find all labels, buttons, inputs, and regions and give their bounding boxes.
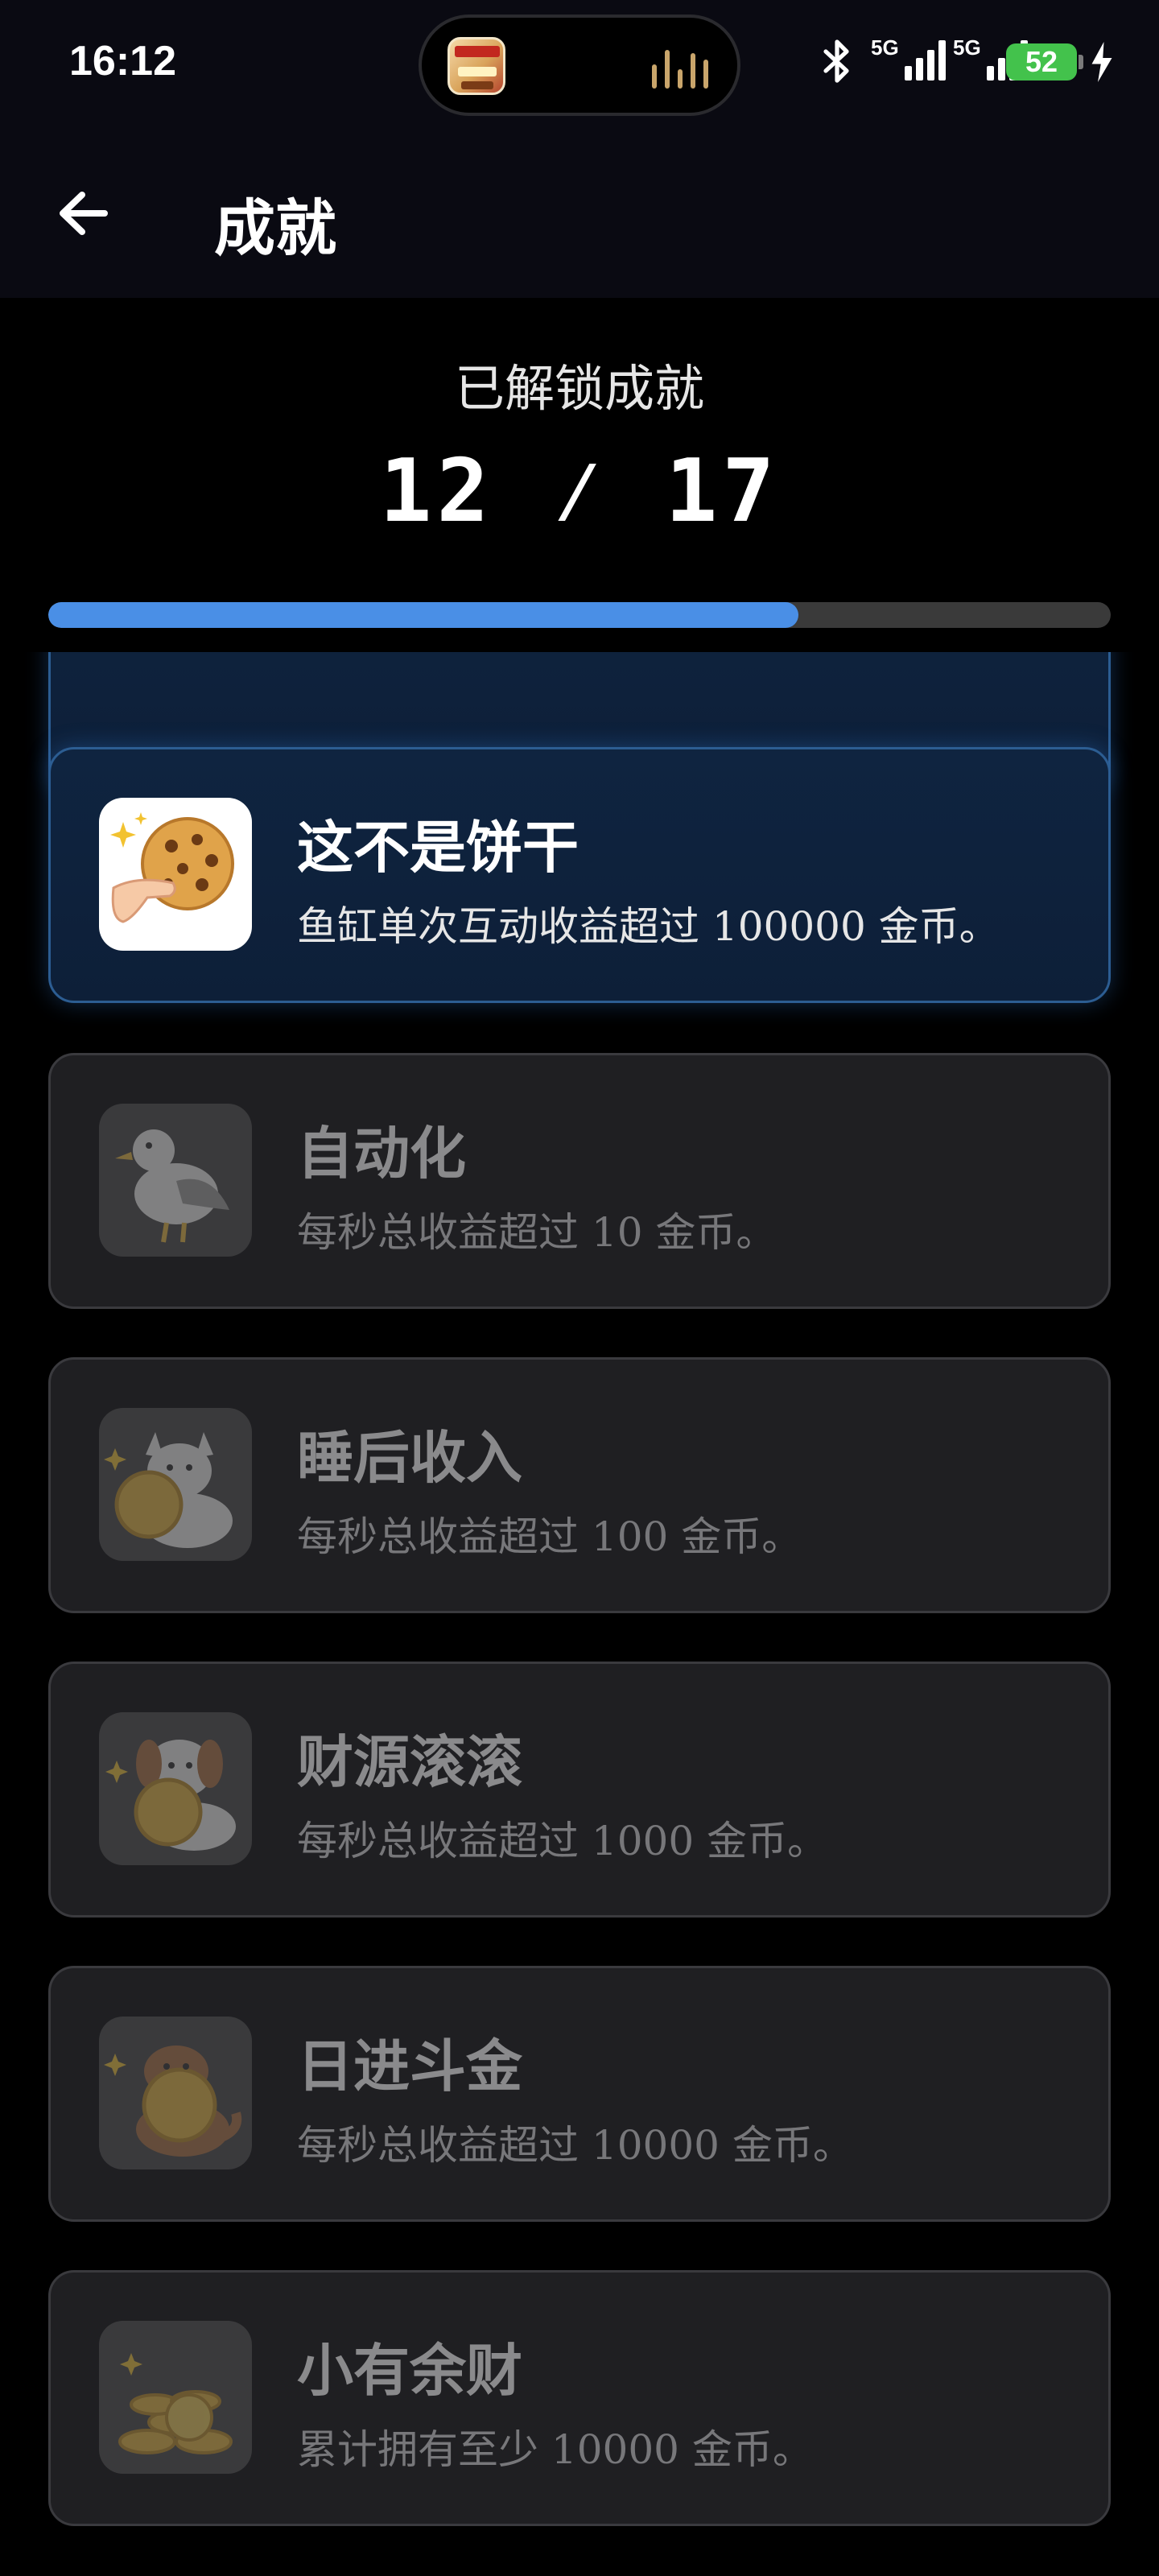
charging-icon [1091, 42, 1112, 82]
status-time: 16:12 [69, 38, 176, 85]
bluetooth-icon [823, 39, 849, 83]
achievement-title: 自动化 [297, 1121, 466, 1187]
achievement-card-sleep[interactable]: 睡后收入 每秒总收益超过 100 金币。 [48, 1357, 1111, 1613]
achievement-card-auto[interactable]: 自动化 每秒总收益超过 10 金币。 [48, 1053, 1111, 1309]
achievement-title: 财源滚滚 [297, 1729, 522, 1795]
seagull-icon [99, 1104, 252, 1257]
status-icons: 5G 5G 52 [792, 32, 1114, 89]
achievement-description: 鱼缸单次互动收益超过 100000 金币。 [297, 903, 1000, 950]
otter-coin-icon [99, 2017, 252, 2169]
achievement-title: 日进斗金 [297, 2033, 522, 2099]
achievement-card-daily[interactable]: 日进斗金 每秒总收益超过 10000 金币。 [48, 1966, 1111, 2222]
achievement-description: 每秒总收益超过 1000 金币。 [297, 1818, 828, 1864]
dynamic-island[interactable] [419, 14, 740, 116]
achievement-title: 睡后收入 [297, 1425, 522, 1491]
battery-level: 52 [1006, 43, 1077, 80]
back-arrow-icon[interactable] [48, 177, 121, 250]
achievement-card-wealth[interactable]: 财源滚滚 每秒总收益超过 1000 金币。 [48, 1662, 1111, 1918]
achievement-progress-fill [48, 602, 798, 628]
signal-icon-1: 5G [871, 35, 948, 84]
achievement-list[interactable]: 这不是饼干 鱼缸单次互动收益超过 100000 金币。 自动化 每秒总收益超过 … [0, 652, 1159, 2576]
achievement-title: 这不是饼干 [297, 815, 579, 881]
achievement-card-small[interactable]: 小有余财 累计拥有至少 10000 金币。 [48, 2270, 1111, 2526]
app-bar: 成就 [0, 129, 1159, 298]
audio-wave-icon [652, 47, 708, 89]
achievement-description: 累计拥有至少 10000 金币。 [297, 2426, 813, 2473]
achievement-description: 每秒总收益超过 10000 金币。 [297, 2122, 853, 2169]
cat-coin-icon [99, 1408, 252, 1561]
dog-coin-icon [99, 1712, 252, 1865]
achievement-card-cookie[interactable]: 这不是饼干 鱼缸单次互动收益超过 100000 金币。 [48, 747, 1111, 1003]
coin-pile-icon [99, 2321, 252, 2474]
unlocked-count: 12 ⁄ 17 [379, 441, 780, 542]
battery-cap [1079, 55, 1083, 69]
achievement-progress-bar [48, 602, 1111, 628]
achievement-description: 每秒总收益超过 100 金币。 [297, 1513, 802, 1560]
page-title: 成就 [214, 192, 336, 264]
cookie-hand-icon [99, 798, 252, 951]
achievement-description: 每秒总收益超过 10 金币。 [297, 1209, 777, 1256]
achievement-title: 小有余财 [297, 2338, 522, 2404]
status-bar: 16:12 5G 5G 52 [0, 0, 1159, 129]
now-playing-app-icon[interactable] [448, 37, 505, 95]
unlocked-summary-label: 已解锁成就 [454, 359, 704, 418]
